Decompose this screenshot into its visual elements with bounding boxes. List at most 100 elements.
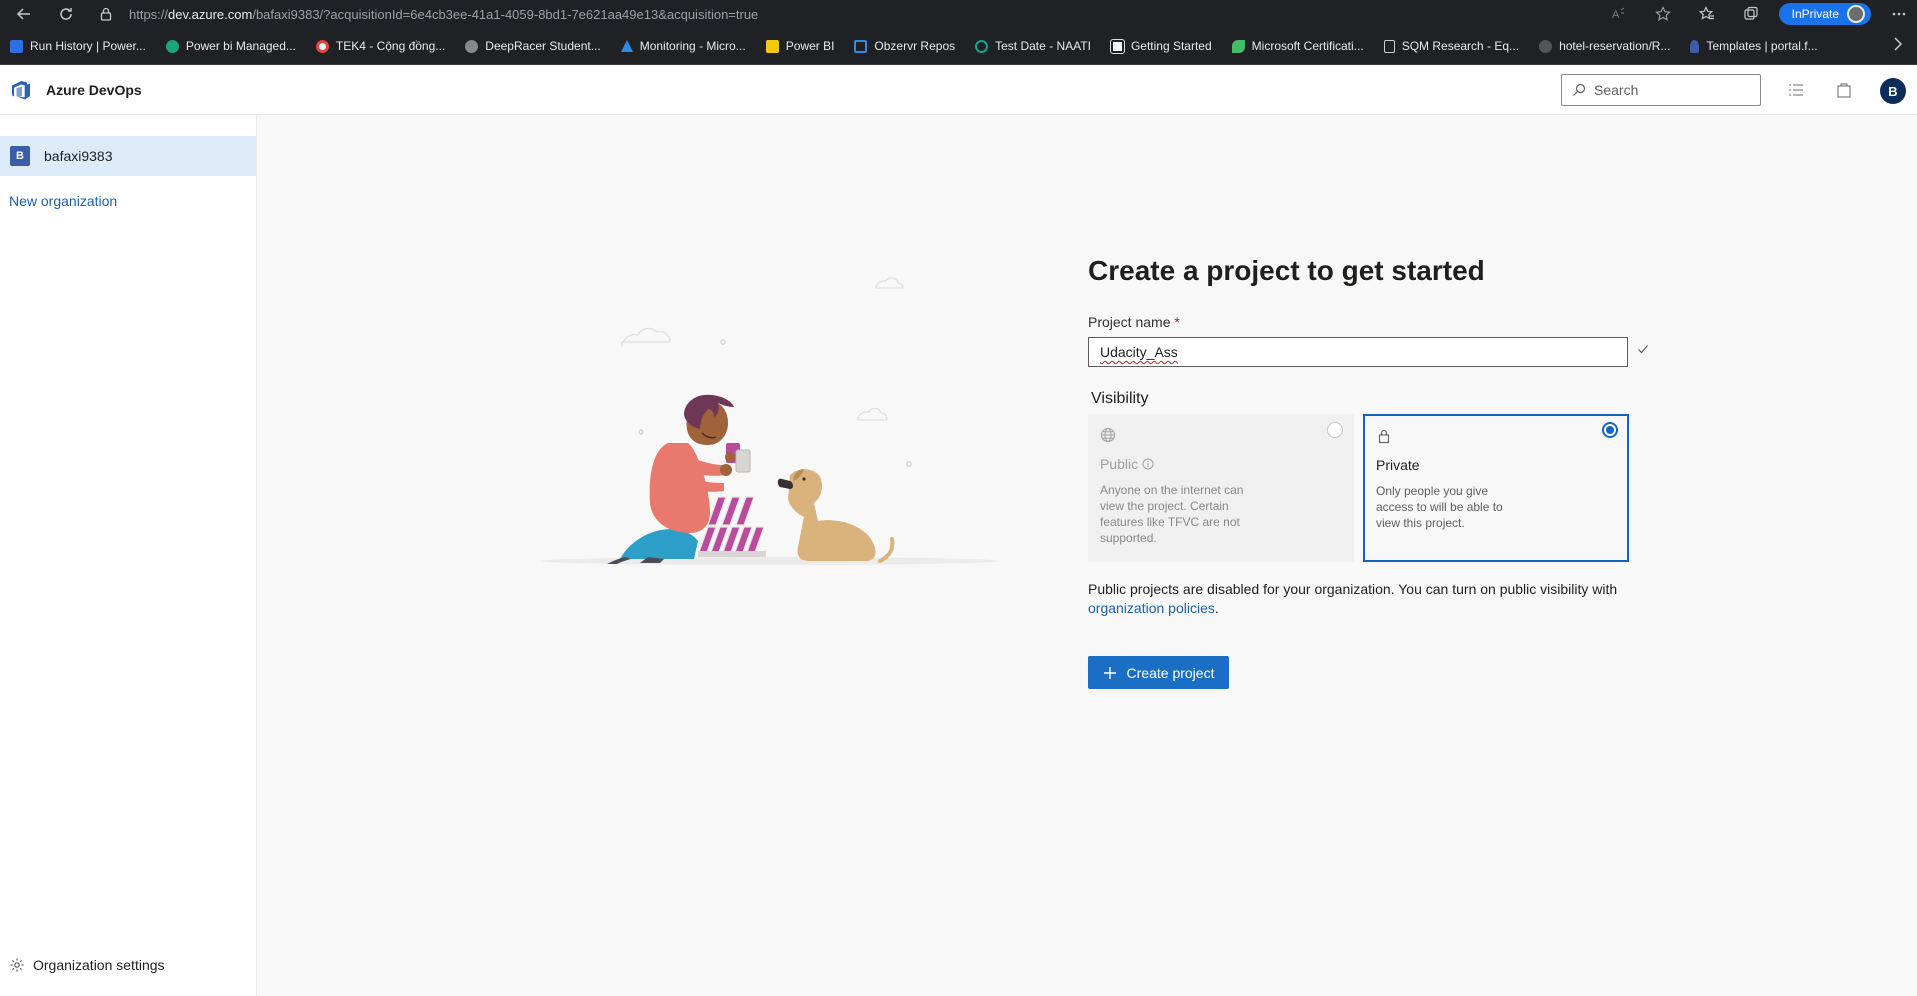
bookmark-label: TEK4 - Cộng đồng... <box>335 39 446 53</box>
bookmark-label: hotel-reservation/R... <box>1559 39 1671 53</box>
sidebar: B bafaxi9383 New organization Organizati… <box>0 115 257 996</box>
public-radio[interactable] <box>1327 422 1343 438</box>
search-input[interactable]: Search <box>1561 74 1761 106</box>
bookmark-label: Power BI <box>785 39 835 53</box>
back-icon[interactable] <box>10 0 38 28</box>
organization-settings-label: Organization settings <box>33 957 165 973</box>
bookmark-label: Getting Started <box>1130 39 1212 53</box>
org-avatar: B <box>10 146 30 166</box>
create-project-button[interactable]: Create project <box>1088 656 1229 689</box>
project-name-label-text: Project name <box>1088 314 1171 330</box>
organization-policies-link[interactable]: organization policies <box>1088 600 1215 616</box>
gear-icon <box>10 958 24 972</box>
address-bar[interactable]: https://dev.azure.com/bafaxi9383/?acquis… <box>99 3 1427 25</box>
bookmark-favicon-icon <box>765 39 779 53</box>
bookmark-item[interactable]: Microsoft Certificati... <box>1231 39 1364 53</box>
bookmarks-bar: Run History | Power... Power bi Managed.… <box>0 28 1917 65</box>
house-of-cards-illustration <box>540 277 1000 565</box>
checkmark-icon <box>1638 345 1648 354</box>
app-header: Azure DevOps Search B <box>0 65 1917 115</box>
lock-icon <box>1378 429 1390 444</box>
url-path: /bafaxi9383/?acquisitionId=6e4cb3ee-41a1… <box>252 6 759 22</box>
shopping-bag-icon[interactable] <box>1833 79 1855 101</box>
bookmark-favicon-icon <box>465 39 479 53</box>
bookmark-item[interactable]: DeepRacer Student... <box>465 39 601 53</box>
bookmark-label: Templates | portal.f... <box>1706 39 1818 53</box>
private-radio[interactable] <box>1602 422 1618 438</box>
favorite-add-icon[interactable] <box>1641 0 1685 28</box>
read-aloud-icon[interactable]: A <box>1597 0 1641 28</box>
org-name: bafaxi9383 <box>44 148 113 164</box>
bookmark-item[interactable]: Test Date - NAATI <box>975 39 1091 53</box>
collections-icon[interactable] <box>1729 0 1773 28</box>
url-prefix: https:// <box>129 6 169 22</box>
public-description: Anyone on the internet can view the proj… <box>1100 483 1244 545</box>
bookmark-favicon-icon <box>1109 38 1125 54</box>
refresh-icon[interactable] <box>52 0 80 28</box>
bookmark-favicon-icon <box>1690 39 1700 53</box>
chevron-right-icon[interactable] <box>1893 37 1903 56</box>
project-name-value: Udacity_Ass <box>1100 344 1178 360</box>
bookmark-item[interactable]: Monitoring - Micro... <box>620 39 746 53</box>
search-icon <box>1573 83 1586 96</box>
bookmark-item[interactable]: Power BI <box>765 39 835 53</box>
visibility-label: Visibility <box>1091 390 1149 407</box>
project-name-input[interactable]: Udacity_Ass <box>1088 337 1628 367</box>
bookmark-item[interactable]: SQM Research - Eq... <box>1383 39 1520 53</box>
inprivate-label: InPrivate <box>1791 7 1839 21</box>
azure-devops-logo-icon <box>12 80 30 99</box>
favorites-icon[interactable] <box>1685 0 1729 28</box>
lock-icon <box>100 7 112 21</box>
brand-name: Azure DevOps <box>46 81 142 98</box>
organization-settings-link[interactable]: Organization settings <box>9 957 165 973</box>
user-avatar[interactable]: B <box>1880 78 1906 104</box>
plus-icon <box>1103 666 1116 679</box>
bookmark-favicon-icon <box>975 39 989 53</box>
bookmark-label: DeepRacer Student... <box>485 39 601 53</box>
svg-text:A: A <box>1612 9 1620 21</box>
bookmark-favicon-icon <box>1539 39 1553 53</box>
bookmark-item[interactable]: Obzervr Repos <box>854 39 955 53</box>
inprivate-badge[interactable]: InPrivate <box>1778 3 1871 25</box>
more-options-icon[interactable] <box>1881 0 1917 28</box>
profile-avatar <box>1847 5 1865 23</box>
bookmark-label: Test Date - NAATI <box>995 39 1091 53</box>
bookmark-item[interactable]: TEK4 - Cộng đồng... <box>315 39 446 53</box>
bookmark-favicon-icon <box>165 39 179 53</box>
sidebar-item-organization[interactable]: B bafaxi9383 <box>0 136 256 176</box>
bookmark-item[interactable]: hotel-reservation/R... <box>1539 39 1670 53</box>
bookmark-favicon-icon <box>854 39 868 53</box>
bookmark-label: SQM Research - Eq... <box>1401 39 1520 53</box>
notice-end: . <box>1214 600 1219 616</box>
browser-toolbar: https://dev.azure.com/bafaxi9383/?acquis… <box>0 0 1917 28</box>
page-title: Create a project to get started <box>1088 255 1485 286</box>
bookmark-label: Power bi Managed... <box>185 39 296 53</box>
public-title-text: Public <box>1100 456 1139 472</box>
private-title-text: Private <box>1376 457 1420 473</box>
bookmark-favicon-icon <box>620 40 633 52</box>
bookmark-favicon-icon <box>315 39 329 53</box>
bookmark-item[interactable]: Templates | portal.f... <box>1690 39 1818 53</box>
bookmark-label: Microsoft Certificati... <box>1251 39 1364 53</box>
task-list-icon[interactable] <box>1785 79 1807 101</box>
public-title: Public <box>1100 456 1342 472</box>
create-project-label: Create project <box>1126 664 1215 681</box>
brand-link[interactable]: Azure DevOps <box>0 65 142 115</box>
project-name-label: Project name * <box>1088 314 1180 330</box>
bookmark-item[interactable]: Run History | Power... <box>10 39 146 53</box>
bookmark-item[interactable]: Getting Started <box>1109 38 1212 54</box>
url-host: dev.azure.com <box>168 6 253 22</box>
new-organization-link[interactable]: New organization <box>9 193 117 209</box>
notice-text: Public projects are disabled for your or… <box>1088 581 1618 597</box>
bookmark-item[interactable]: Power bi Managed... <box>165 39 296 53</box>
required-marker: * <box>1174 314 1180 330</box>
info-icon[interactable] <box>1142 458 1154 470</box>
visibility-option-public[interactable]: Public Anyone on the internet can view t… <box>1088 414 1354 562</box>
globe-icon <box>1101 428 1115 442</box>
private-description: Only people you give access to will be a… <box>1376 484 1503 530</box>
bookmark-label: Obzervr Repos <box>874 39 956 53</box>
bookmark-label: Monitoring - Micro... <box>639 39 746 53</box>
bookmark-favicon-icon <box>1383 39 1395 53</box>
visibility-option-private[interactable]: Private Only people you give access to w… <box>1363 414 1629 562</box>
bookmark-favicon-icon <box>10 39 23 53</box>
